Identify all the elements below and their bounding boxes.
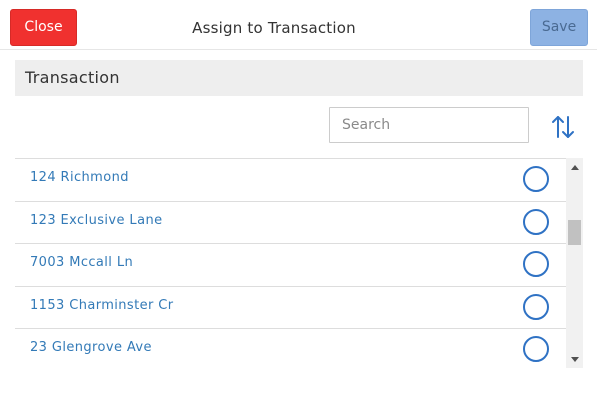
dialog-header: Close Assign to Transaction Save bbox=[0, 0, 597, 50]
radio-button[interactable] bbox=[523, 251, 549, 277]
scroll-down-arrow-icon[interactable] bbox=[566, 352, 583, 366]
list-item-label: 23 Glengrove Ave bbox=[30, 340, 152, 355]
list-item[interactable]: 23 Glengrove Ave bbox=[15, 329, 566, 368]
save-button[interactable]: Save bbox=[530, 9, 588, 46]
transaction-list-items: 124 Richmond 123 Exclusive Lane 7003 Mcc… bbox=[15, 159, 566, 368]
list-item[interactable]: 123 Exclusive Lane bbox=[15, 202, 566, 244]
assign-transaction-dialog: Close Assign to Transaction Save Transac… bbox=[0, 0, 597, 413]
radio-button[interactable] bbox=[523, 166, 549, 192]
list-item[interactable]: 1153 Charminster Cr bbox=[15, 287, 566, 329]
radio-button[interactable] bbox=[523, 208, 549, 235]
dialog-title: Assign to Transaction bbox=[192, 19, 356, 37]
radio-button[interactable] bbox=[523, 293, 549, 320]
list-item-label: 123 Exclusive Lane bbox=[30, 212, 163, 228]
list-item[interactable]: 7003 Mccall Ln bbox=[15, 244, 566, 287]
sort-arrows-icon[interactable] bbox=[549, 113, 577, 141]
section-title: Transaction bbox=[25, 68, 120, 87]
list-item[interactable]: 124 Richmond bbox=[15, 159, 566, 202]
list-scrollbar[interactable] bbox=[566, 158, 583, 368]
list-item-label: 124 Richmond bbox=[30, 170, 129, 185]
transaction-list: 124 Richmond 123 Exclusive Lane 7003 Mcc… bbox=[15, 158, 583, 368]
radio-button[interactable] bbox=[523, 336, 549, 362]
scroll-up-arrow-icon[interactable] bbox=[566, 160, 583, 174]
list-item-label: 7003 Mccall Ln bbox=[30, 255, 134, 270]
scrollbar-thumb[interactable] bbox=[568, 220, 581, 245]
search-input[interactable] bbox=[329, 107, 529, 143]
section-header: Transaction bbox=[15, 60, 583, 96]
list-item-label: 1153 Charminster Cr bbox=[30, 297, 174, 313]
